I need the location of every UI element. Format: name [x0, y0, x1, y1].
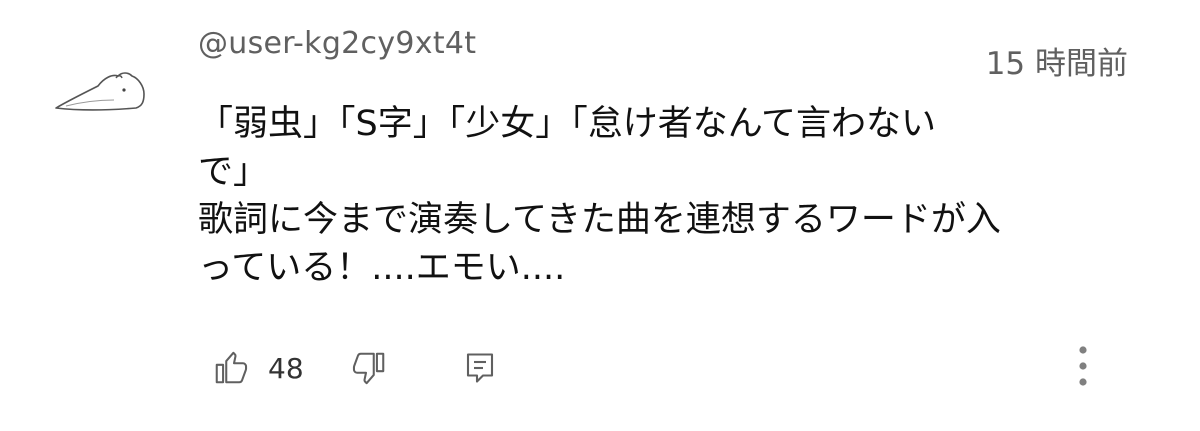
comment-thread: @user-kg2cy9xt4t 15 時間前 「弱虫」「S字」「少女」「怠け者… [0, 0, 1200, 431]
comment-text: 「弱虫」「S字」「少女」「怠け者なんて言わない で」 歌詞に今まで演奏してきた曲… [198, 100, 1138, 292]
comment-actions: 48 [0, 340, 1200, 396]
bear-doodle-avatar-icon [55, 72, 145, 111]
like-button[interactable]: 48 [212, 340, 304, 396]
comment-text-line: っている！....エモい.... [198, 248, 566, 288]
more-options-button[interactable] [1068, 340, 1098, 396]
avatar[interactable] [52, 66, 148, 122]
reply-button[interactable] [462, 340, 498, 396]
like-count: 48 [268, 351, 304, 385]
comment-text-line: で」 [198, 152, 269, 192]
dislike-button[interactable] [350, 340, 388, 396]
comment-text-line: 「弱虫」「S字」「少女」「怠け者なんて言わない [198, 104, 936, 144]
thumbs-down-icon [350, 349, 388, 387]
comment-author[interactable]: @user-kg2cy9xt4t [198, 26, 476, 61]
more-vert-icon [1068, 340, 1098, 396]
comment-timestamp[interactable]: 15 時間前 [986, 38, 1128, 83]
comment-icon [462, 350, 498, 386]
thumbs-up-icon [212, 349, 250, 387]
comment-text-line: 歌詞に今まで演奏してきた曲を連想するワードが入 [198, 200, 1001, 240]
